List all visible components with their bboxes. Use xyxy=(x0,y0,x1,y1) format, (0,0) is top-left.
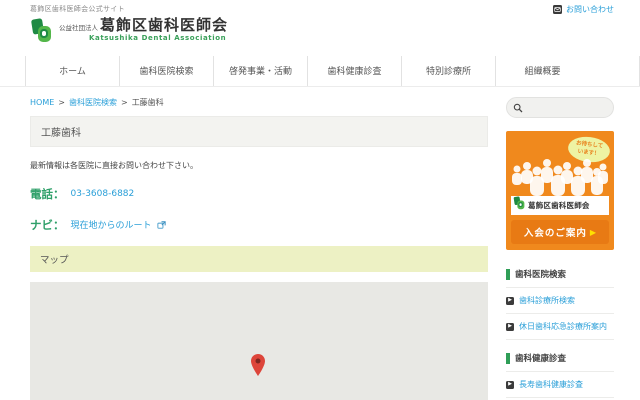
nav-item-checkup[interactable]: 歯科健康診査 xyxy=(307,56,401,86)
external-link-icon xyxy=(157,221,166,232)
nav-spacer xyxy=(589,56,640,86)
route-link[interactable]: 現在地からのルート xyxy=(71,218,167,232)
green-bar-icon xyxy=(506,269,510,280)
banner-logo-mark-icon xyxy=(513,196,526,215)
logo-mark-icon xyxy=(30,18,54,49)
breadcrumb-clinic-search[interactable]: 歯科医院検索 xyxy=(69,97,117,108)
org-name-en: Katsushika Dental Association xyxy=(89,34,228,42)
phone-number-link[interactable]: 03-3608-6882 xyxy=(71,189,135,199)
org-name: 葛飾区歯科医師会 xyxy=(100,18,228,34)
org-type: 公益社団法人 xyxy=(59,22,98,32)
site-note: 葛飾区歯科医師会公式サイト xyxy=(30,4,125,14)
membership-banner[interactable]: お待ちして います！ xyxy=(506,131,614,250)
nav-item-clinic-search[interactable]: 歯科医院検索 xyxy=(119,56,213,86)
sidebar-heading-clinic-search: 歯科医院検索 xyxy=(506,261,614,288)
breadcrumb-home[interactable]: HOME xyxy=(30,98,54,107)
arrow-square-icon: ▶ xyxy=(506,297,514,305)
sidebar-menu: 歯科医院検索 ▶ 歯科診療所検索 ▶ 休日歯科応急診療所案内 歯科健康診査 ▶ … xyxy=(506,261,614,400)
contact-label: お問い合わせ xyxy=(566,4,614,15)
content: HOME > 歯科医院検索 > 工藤歯科 工藤歯科 最新情報は各医院に直接お問い… xyxy=(0,87,640,400)
search-box[interactable] xyxy=(506,97,614,118)
sidebar: お待ちして います！ xyxy=(506,97,614,400)
page-title: 工藤歯科 xyxy=(30,116,488,147)
map-canvas[interactable] xyxy=(30,282,488,400)
arrow-square-icon: ▶ xyxy=(506,381,514,389)
search-input[interactable] xyxy=(527,103,607,112)
sidebar-heading-checkup: 歯科健康診査 xyxy=(506,345,614,372)
sidebar-item-clinic-search[interactable]: ▶ 歯科診療所検索 xyxy=(506,288,614,314)
search-icon xyxy=(513,98,523,117)
sidebar-item-longevity-checkup[interactable]: ▶ 長寿歯科健康診査 xyxy=(506,372,614,398)
phone-label: 電話： xyxy=(30,186,65,202)
top-bar: 葛飾区歯科医師会公式サイト お問い合わせ xyxy=(0,0,640,15)
nav-item-activities[interactable]: 啓発事業・活動 xyxy=(213,56,307,86)
main-nav: ホーム 歯科医院検索 啓発事業・活動 歯科健康診査 特別診療所 組織概要 xyxy=(0,56,640,87)
green-bar-icon xyxy=(506,353,510,364)
breadcrumb: HOME > 歯科医院検索 > 工藤歯科 xyxy=(30,97,488,108)
navi-row: ナビ： 現在地からのルート xyxy=(30,217,488,233)
route-link-label: 現在地からのルート xyxy=(71,221,152,231)
site-logo[interactable]: 公益社団法人 葛飾区歯科医師会 Katsushika Dental Associ… xyxy=(30,18,640,49)
breadcrumb-separator: > xyxy=(58,98,65,107)
info-note: 最新情報は各医院に直接お問い合わせ下さい。 xyxy=(30,160,488,171)
navi-label: ナビ： xyxy=(30,217,65,233)
map-pin-icon[interactable] xyxy=(251,354,265,380)
envelope-icon xyxy=(553,5,562,14)
nav-item-organization[interactable]: 組織概要 xyxy=(495,56,589,86)
breadcrumb-current: 工藤歯科 xyxy=(132,97,164,108)
banner-org-name: 葛飾区歯科医師会 xyxy=(528,200,590,211)
sidebar-item-holiday-emergency[interactable]: ▶ 休日歯科応急診療所案内 xyxy=(506,314,614,340)
banner-logo-bar: 葛飾区歯科医師会 xyxy=(511,196,609,215)
crowd-silhouette-icon xyxy=(511,157,609,201)
membership-button-label: 入会のご案内 xyxy=(524,225,587,239)
logo-texts: 公益社団法人 葛飾区歯科医師会 Katsushika Dental Associ… xyxy=(59,18,228,42)
nav-item-special-clinic[interactable]: 特別診療所 xyxy=(401,56,495,86)
nav-item-home[interactable]: ホーム xyxy=(25,56,119,86)
arrow-square-icon: ▶ xyxy=(506,323,514,331)
map-section-heading: マップ xyxy=(30,246,488,272)
membership-button[interactable]: 入会のご案内 ▶ xyxy=(511,220,609,244)
contact-link[interactable]: お問い合わせ xyxy=(553,4,614,15)
main-column: HOME > 歯科医院検索 > 工藤歯科 工藤歯科 最新情報は各医院に直接お問い… xyxy=(30,97,488,400)
page: 葛飾区歯科医師会公式サイト お問い合わせ 公益社団法人 葛飾区歯科医師会 Kat… xyxy=(0,0,640,400)
breadcrumb-separator: > xyxy=(121,98,128,107)
phone-row: 電話： 03-3608-6882 xyxy=(30,186,488,202)
arrow-right-icon: ▶ xyxy=(590,228,596,237)
